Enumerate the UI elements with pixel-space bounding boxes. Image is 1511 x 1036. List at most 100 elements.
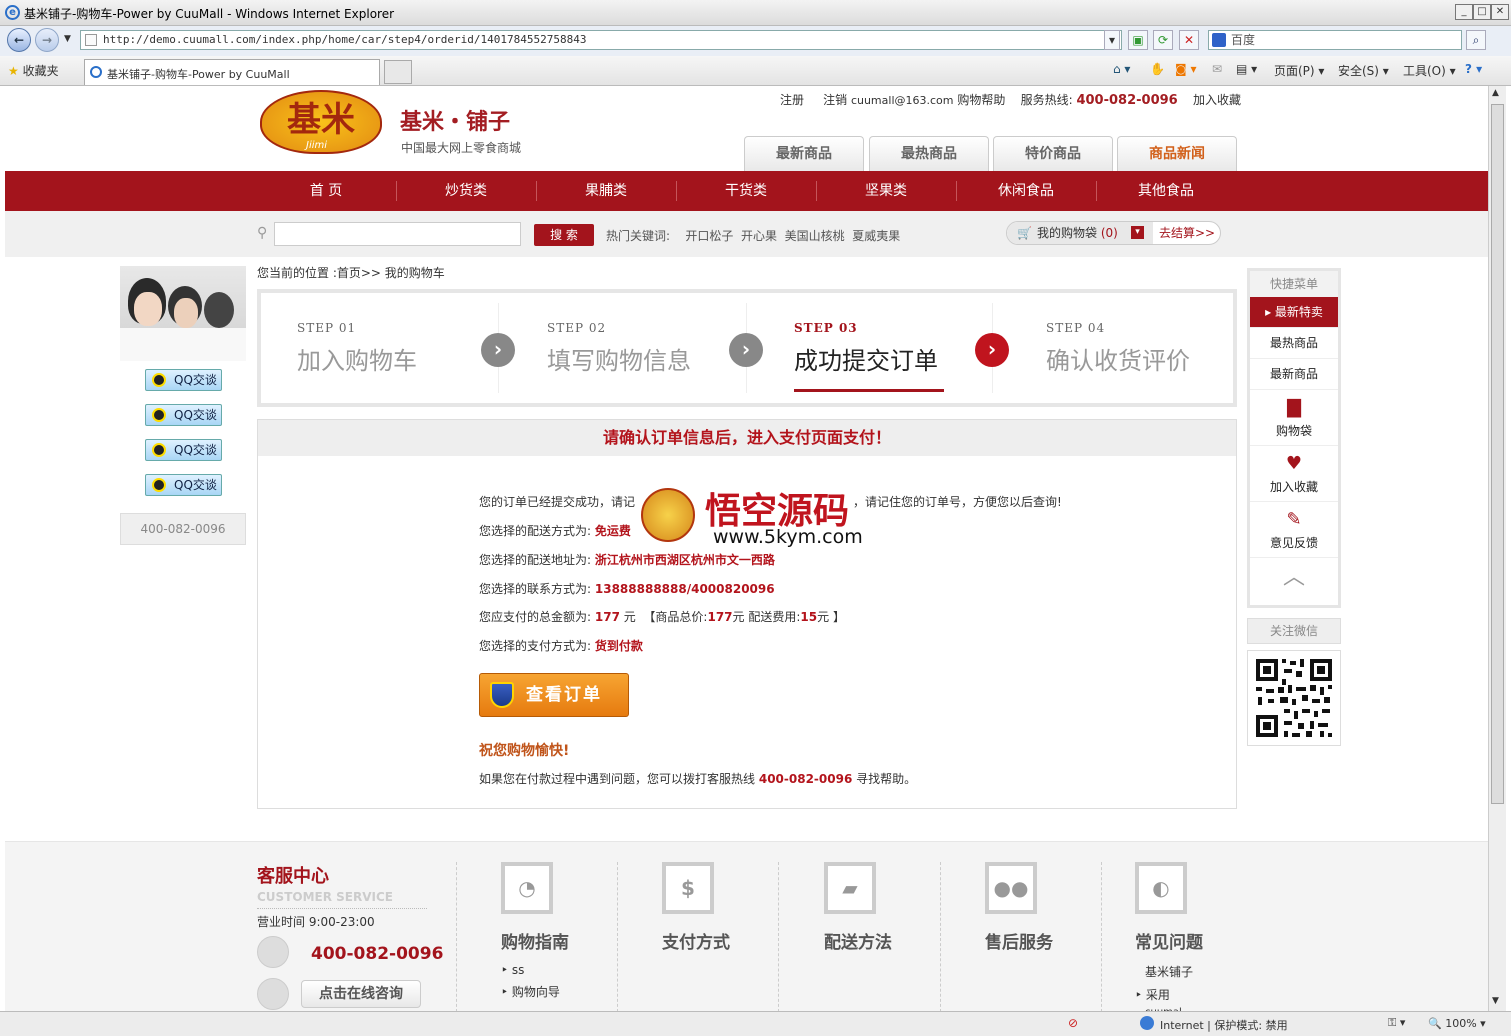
quick-item-sale[interactable]: ▸ 最新特卖 — [1250, 297, 1338, 328]
tab-special[interactable]: 特价商品 — [993, 136, 1113, 172]
nav-dried-goods[interactable]: 干货类 — [676, 171, 816, 211]
ship-label: 您选择的配送方式为: — [479, 524, 592, 538]
hot-word[interactable]: 夏威夷果 — [852, 229, 900, 243]
help-icon[interactable]: ? ▾ — [1465, 62, 1482, 76]
quick-menu-header: 快捷菜单 — [1250, 271, 1338, 297]
footer-col-payment: $ 支付方式 — [662, 862, 812, 953]
nav-roasted[interactable]: 炒货类 — [396, 171, 536, 211]
footer-link[interactable]: ‣ ss — [501, 963, 651, 977]
quick-feedback-label: 意见反馈 — [1269, 536, 1318, 550]
print-icon[interactable]: ▤ ▾ — [1236, 62, 1257, 76]
nav-dried-fruit[interactable]: 果脯类 — [536, 171, 676, 211]
logout-link[interactable]: 注销 — [823, 93, 847, 107]
page-menu[interactable]: 页面(P) ▾ — [1274, 62, 1324, 79]
popup-blocked-icon[interactable]: ⊘ — [1068, 1016, 1078, 1030]
step-number: STEP 02 — [547, 321, 607, 335]
qq-chat-button[interactable]: QQ交谈 — [145, 369, 222, 391]
qq-chat-button[interactable]: QQ交谈 — [145, 404, 222, 426]
maximize-button[interactable]: □ — [1473, 4, 1491, 20]
tab-hottest[interactable]: 最热商品 — [869, 136, 989, 172]
quick-item-hottest[interactable]: 最热商品 — [1250, 328, 1338, 359]
qq-penguin-icon — [152, 408, 166, 422]
back-to-top-icon[interactable]: ︿ — [1250, 558, 1338, 602]
search-button[interactable]: 搜 索 — [534, 224, 594, 246]
page-menu-label: 页面(P) — [1274, 64, 1315, 78]
site-search-input[interactable] — [274, 222, 521, 246]
forward-button[interactable]: → — [35, 28, 59, 52]
mail-icon[interactable]: ✉ — [1212, 62, 1222, 76]
help-link[interactable]: 购物帮助 — [957, 93, 1005, 107]
status-bar: ⊘ Internet | 保护模式: 禁用 ⚿ ▾ 🔍 100% ▾ — [0, 1011, 1511, 1036]
browser-search-input[interactable]: 百度 — [1208, 30, 1462, 50]
view-order-button[interactable]: 查看订单 — [479, 673, 629, 717]
footer-link[interactable]: ‣ 购物向导 — [501, 983, 651, 1000]
cart-widget[interactable]: 🛒 我的购物袋 (0) ▾ 去结算>> — [1006, 221, 1221, 245]
back-button[interactable]: ← — [7, 28, 31, 52]
register-link[interactable]: 注册 — [780, 93, 804, 107]
zoom-level: 100% — [1445, 1017, 1477, 1030]
ship-value: 免运费 — [594, 524, 631, 538]
address-bar[interactable]: http://demo.cuumall.com/index.php/home/c… — [80, 30, 1122, 50]
nav-other[interactable]: 其他食品 — [1096, 171, 1236, 211]
vertical-scrollbar[interactable]: ▲ ▼ — [1488, 86, 1506, 1011]
footer-col-title[interactable]: 购物指南 — [501, 928, 651, 953]
browser-tab[interactable]: 基米铺子-购物车-Power by CuuMall — [84, 59, 380, 85]
minimize-button[interactable]: _ — [1455, 4, 1473, 20]
address-dropdown-icon[interactable]: ▾ — [1104, 30, 1120, 50]
phone-icon — [257, 936, 289, 968]
footer-link[interactable]: ‣ 采用 — [1135, 986, 1285, 1003]
tools-menu[interactable]: 工具(O) ▾ — [1403, 62, 1456, 79]
close-window-button[interactable]: ✕ — [1491, 4, 1509, 20]
qq-chat-button[interactable]: QQ交谈 — [145, 439, 222, 461]
qq-chat-button[interactable]: QQ交谈 — [145, 474, 222, 496]
favorites-bar: ★ 收藏夹 基米铺子-购物车-Power by CuuMall ⌂ ▾ ✋ ◙ … — [0, 56, 1511, 86]
nav-nuts[interactable]: 坚果类 — [816, 171, 956, 211]
quick-bag[interactable]: ▇ 购物袋 — [1250, 390, 1338, 446]
safety-menu[interactable]: 安全(S) ▾ — [1338, 62, 1389, 79]
quick-bag-label: 购物袋 — [1275, 424, 1312, 438]
cart-count: (0) — [1100, 226, 1118, 240]
nav-snacks[interactable]: 休闲食品 — [956, 171, 1096, 211]
feed-icon[interactable]: ◙ ▾ — [1175, 62, 1196, 76]
nav-home[interactable]: 首 页 — [256, 171, 396, 211]
footer-col-title[interactable]: 配送方法 — [824, 928, 974, 953]
tab-news[interactable]: 商品新闻 — [1117, 136, 1237, 172]
quick-item-newest[interactable]: 最新商品 — [1250, 359, 1338, 390]
site-logo[interactable]: 基米 Jiimi — [260, 90, 388, 158]
hot-word[interactable]: 开心果 — [741, 229, 777, 243]
zoom-control[interactable]: 🔍 100% ▾ — [1428, 1017, 1486, 1030]
checkout-link[interactable]: 去结算>> — [1159, 222, 1215, 244]
cart-dropdown-icon[interactable]: ▾ — [1131, 226, 1144, 239]
protected-mode-icon[interactable]: ⚿ ▾ — [1388, 1016, 1405, 1030]
footer-link-label: ss — [511, 963, 525, 977]
watermark-url: www.5kym.com — [713, 526, 863, 548]
footer-col-title[interactable]: 常见问题 — [1135, 928, 1285, 953]
history-dropdown-icon[interactable]: ▼ — [64, 34, 71, 44]
footer-col-title[interactable]: 支付方式 — [662, 928, 812, 953]
online-consult-button[interactable]: 点击在线咨询 — [301, 980, 421, 1008]
security-zone: Internet | 保护模式: 禁用 — [1160, 1019, 1288, 1032]
compat-view-icon[interactable]: ▣ — [1128, 30, 1148, 50]
stop-icon[interactable]: ✕ — [1179, 30, 1199, 50]
quick-favorite[interactable]: ♥ 加入收藏 — [1250, 446, 1338, 502]
contact-value: 13888888888/4000820096 — [594, 582, 775, 596]
add-favorite-link[interactable]: 加入收藏 — [1193, 93, 1241, 107]
hot-word[interactable]: 美国山核桃 — [785, 229, 845, 243]
favorites-button[interactable]: ★ 收藏夹 — [8, 62, 59, 79]
tab-newest[interactable]: 最新商品 — [744, 136, 864, 172]
new-tab-button[interactable] — [384, 60, 412, 84]
refresh-icon[interactable]: ⟳ — [1153, 30, 1173, 50]
home-icon[interactable]: ⌂ ▾ — [1113, 62, 1130, 76]
scroll-down-icon[interactable]: ▼ — [1492, 996, 1499, 1006]
quick-feedback[interactable]: ✎ 意见反馈 — [1250, 502, 1338, 558]
scroll-up-icon[interactable]: ▲ — [1492, 88, 1499, 98]
quick-favorite-label: 加入收藏 — [1269, 480, 1318, 494]
scroll-thumb[interactable] — [1491, 104, 1504, 804]
footer-col-title[interactable]: 售后服务 — [985, 928, 1135, 953]
my-cart[interactable]: 🛒 我的购物袋 (0) ▾ — [1007, 222, 1153, 244]
footer-link[interactable]: 基米铺子 — [1135, 963, 1285, 980]
hot-word[interactable]: 开口松子 — [685, 229, 733, 243]
hand-icon[interactable]: ✋ — [1150, 62, 1165, 76]
search-icon[interactable]: ⌕ — [1466, 30, 1486, 50]
brand-tagline: 中国最大网上零食商城 — [401, 141, 522, 155]
